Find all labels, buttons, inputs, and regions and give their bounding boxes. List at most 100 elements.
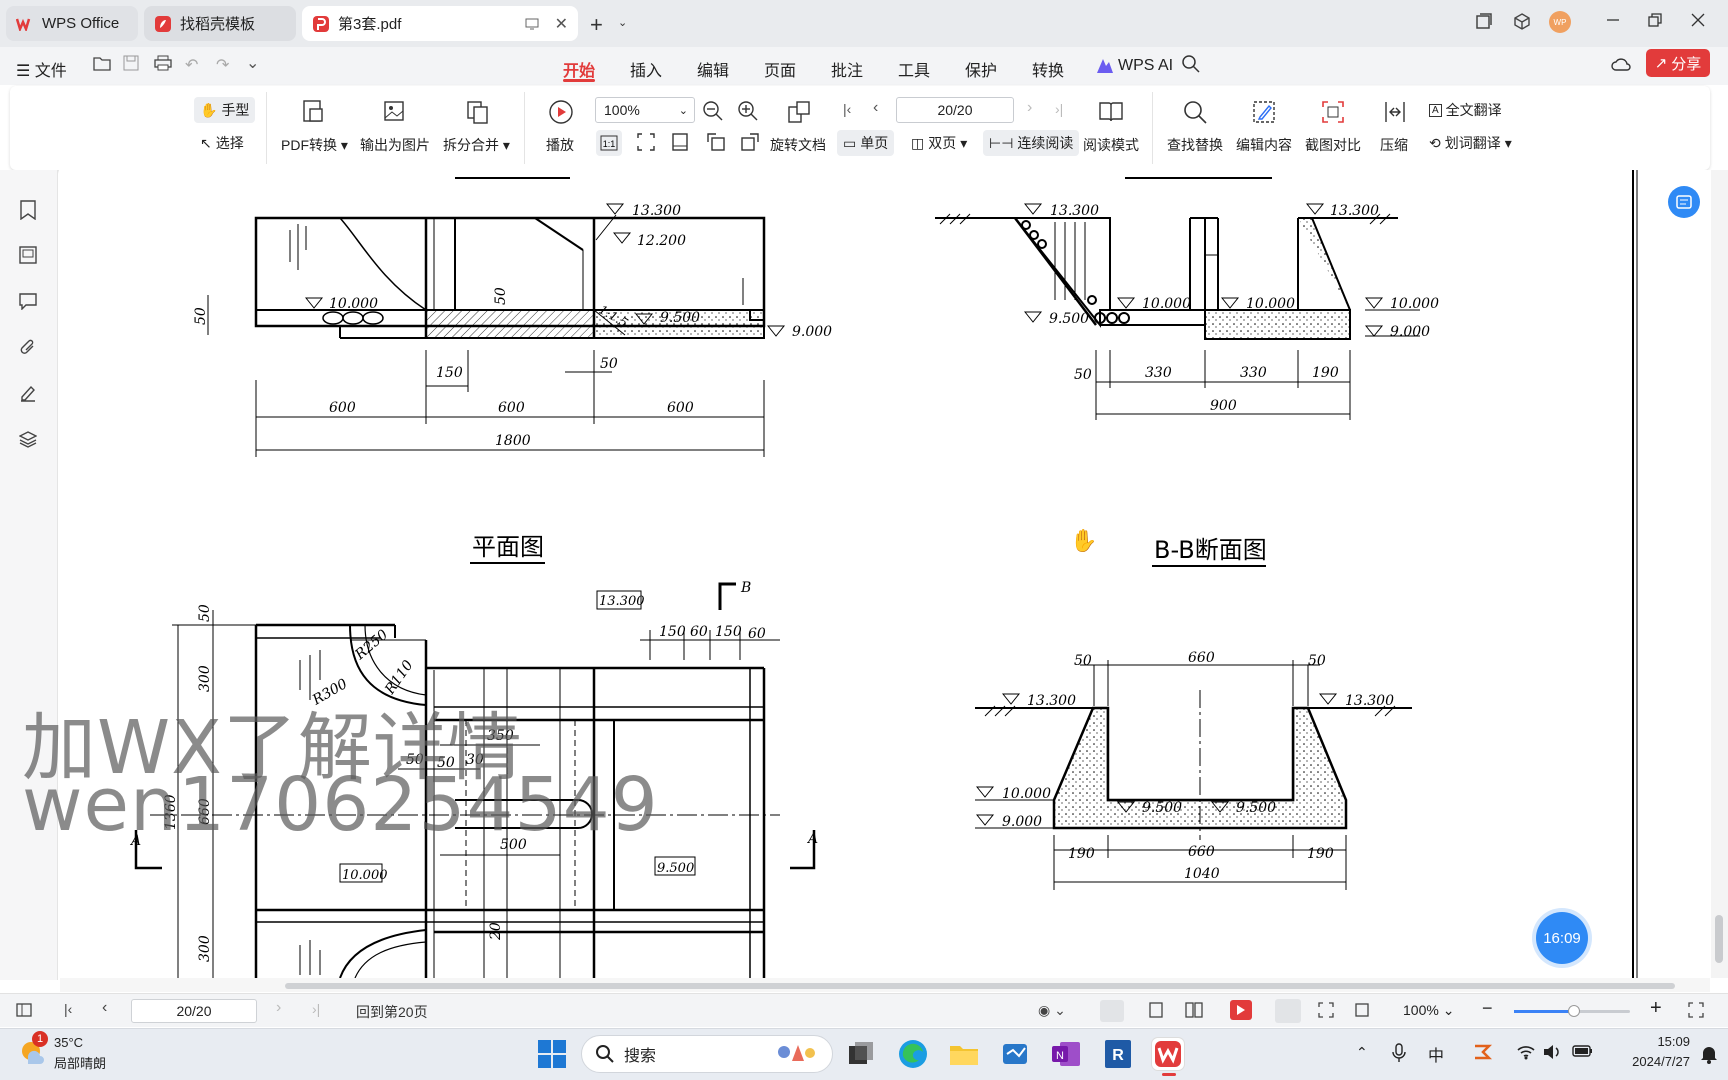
double-view-icon[interactable] bbox=[1185, 1002, 1203, 1023]
page-number-input[interactable]: 20/20 bbox=[896, 97, 1014, 123]
continuous-read-button[interactable]: ⊢⊣ 连续阅读 bbox=[983, 130, 1080, 156]
sidebar-toggle-icon[interactable] bbox=[16, 1003, 32, 1022]
rotate-right-icon[interactable] bbox=[740, 132, 766, 158]
tab-wps-office[interactable]: WPS Office bbox=[6, 6, 138, 41]
edit-content-button[interactable]: 编辑内容 bbox=[1236, 135, 1292, 155]
clock-time[interactable]: 15:09 bbox=[1610, 1034, 1690, 1049]
actual-size-icon[interactable] bbox=[1354, 1002, 1370, 1023]
tab-document[interactable]: 第3套.pdf ✕ bbox=[302, 6, 578, 41]
next-page-icon[interactable]: › bbox=[276, 999, 281, 1017]
rotate-document-button[interactable]: 旋转文档 bbox=[770, 135, 826, 155]
zoom-out-icon[interactable] bbox=[702, 100, 728, 126]
onenote-icon[interactable]: N bbox=[1050, 1038, 1082, 1070]
fit-page-icon[interactable] bbox=[636, 132, 662, 158]
minimize-icon[interactable] bbox=[1605, 12, 1621, 28]
restore-icon[interactable] bbox=[1647, 12, 1663, 28]
more-chevron-icon[interactable]: ⌄ bbox=[246, 53, 259, 73]
wps-taskbar-icon[interactable] bbox=[1152, 1038, 1184, 1070]
menu-start[interactable]: 开始 bbox=[563, 57, 595, 81]
zoom-out-icon[interactable]: − bbox=[1482, 998, 1493, 1019]
scrollbar-thumb[interactable] bbox=[1715, 915, 1723, 963]
play-button[interactable]: 播放 bbox=[546, 135, 574, 155]
floating-clock-bubble[interactable]: 16:09 bbox=[1536, 912, 1588, 964]
single-view-icon[interactable] bbox=[1148, 1002, 1164, 1023]
menu-insert[interactable]: 插入 bbox=[630, 57, 662, 81]
status-page-input[interactable]: 20/20 bbox=[131, 999, 257, 1023]
attachment-icon[interactable] bbox=[19, 338, 37, 361]
menu-page[interactable]: 页面 bbox=[764, 57, 796, 81]
close-window-icon[interactable] bbox=[1690, 12, 1706, 28]
zoom-slider-handle[interactable] bbox=[1568, 1005, 1580, 1017]
battery-icon[interactable] bbox=[1572, 1044, 1594, 1063]
first-page-icon[interactable]: |‹ bbox=[843, 101, 851, 117]
undo-icon[interactable]: ↶ bbox=[185, 55, 198, 75]
screenshot-compare-button[interactable]: 截图对比 bbox=[1305, 135, 1361, 155]
full-translate-button[interactable]: A 全文翻译 bbox=[1423, 97, 1508, 123]
app-icon[interactable] bbox=[999, 1038, 1031, 1070]
signature-icon[interactable] bbox=[19, 384, 37, 407]
pdf-convert-button[interactable]: PDF转换 ▾ bbox=[281, 135, 348, 155]
clock-date[interactable]: 2024/7/27 bbox=[1600, 1054, 1690, 1069]
search-icon[interactable] bbox=[1182, 55, 1200, 78]
menu-convert[interactable]: 转换 bbox=[1032, 57, 1064, 81]
layers-icon[interactable] bbox=[18, 430, 38, 453]
fit-page-icon[interactable] bbox=[1318, 1002, 1334, 1023]
window-layout-icon[interactable] bbox=[1475, 12, 1493, 30]
cloud-icon[interactable] bbox=[1611, 55, 1631, 78]
ime-indicator[interactable]: 中 bbox=[1428, 1042, 1444, 1066]
find-replace-button[interactable]: 查找替换 bbox=[1167, 135, 1223, 155]
vertical-scrollbar[interactable] bbox=[1711, 170, 1728, 978]
single-page-button[interactable]: ▭ 单页 bbox=[837, 130, 895, 156]
menu-annotate[interactable]: 批注 bbox=[831, 57, 863, 81]
horizontal-scrollbar-thumb[interactable] bbox=[285, 983, 1675, 989]
tab-list-chevron-icon[interactable]: ⌄ bbox=[618, 16, 627, 29]
menu-tools[interactable]: 工具 bbox=[898, 57, 930, 81]
fit-width-icon[interactable] bbox=[670, 132, 696, 158]
zoom-select[interactable]: 100% ⌄ bbox=[595, 97, 695, 123]
ai-assistant-icon[interactable] bbox=[1668, 186, 1700, 218]
volume-icon[interactable] bbox=[1542, 1043, 1562, 1066]
menu-file[interactable]: ☰ 文件 bbox=[16, 57, 67, 81]
menu-protect[interactable]: 保护 bbox=[965, 57, 997, 81]
eye-protection-icon[interactable]: ◉ ⌄ bbox=[1038, 1002, 1066, 1019]
save-icon[interactable] bbox=[123, 55, 139, 76]
first-page-icon[interactable]: |‹ bbox=[64, 1001, 72, 1017]
edge-icon[interactable] bbox=[897, 1038, 929, 1070]
wifi-icon[interactable] bbox=[1516, 1044, 1536, 1065]
next-page-icon[interactable]: › bbox=[1027, 99, 1032, 117]
word-translate-button[interactable]: ⟲ 划词翻译 ▾ bbox=[1423, 130, 1518, 156]
taskbar-search[interactable]: 搜索 bbox=[581, 1035, 833, 1073]
double-page-button[interactable]: ◫ 双页 ▾ bbox=[905, 130, 973, 156]
zoom-in-icon[interactable]: + bbox=[1650, 997, 1662, 1020]
screen-icon[interactable] bbox=[525, 18, 539, 30]
last-page-icon[interactable]: ›| bbox=[1055, 101, 1063, 117]
comment-icon[interactable] bbox=[19, 292, 37, 315]
print-icon[interactable] bbox=[154, 55, 172, 76]
avatar[interactable]: WP bbox=[1548, 10, 1572, 34]
open-folder-icon[interactable] bbox=[93, 55, 111, 76]
export-image-button[interactable]: 输出为图片 bbox=[360, 135, 430, 155]
start-windows-icon[interactable] bbox=[538, 1040, 566, 1073]
task-view-icon[interactable] bbox=[845, 1038, 877, 1070]
new-tab-button[interactable]: + bbox=[590, 12, 603, 38]
document-viewport[interactable]: 13.300 12.200 10.000 9.500 9.000 150 50 … bbox=[59, 170, 1711, 978]
rotate-left-icon[interactable] bbox=[706, 132, 732, 158]
continuous-view-icon[interactable] bbox=[1100, 1000, 1124, 1022]
split-merge-button[interactable]: 拆分合并 ▾ bbox=[443, 135, 510, 155]
hand-tool-button[interactable]: ✋ 手型 bbox=[194, 97, 256, 123]
menu-wps-ai[interactable]: WPS AI bbox=[1096, 57, 1173, 75]
compress-button[interactable]: 压缩 bbox=[1380, 135, 1408, 155]
actual-size-icon[interactable]: 1:1 bbox=[596, 130, 622, 156]
tab-template[interactable]: 找稻壳模板 bbox=[144, 6, 296, 41]
close-tab-icon[interactable]: ✕ bbox=[555, 14, 568, 34]
fullscreen-icon[interactable] bbox=[1688, 1002, 1704, 1023]
share-button[interactable]: ↗ 分享 bbox=[1646, 49, 1710, 77]
reading-mode-button[interactable]: 阅读模式 bbox=[1083, 135, 1139, 155]
tray-chevron-icon[interactable]: ⌃ bbox=[1356, 1044, 1368, 1061]
wps-tray-icon[interactable] bbox=[1472, 1042, 1493, 1067]
last-page-icon[interactable]: ›| bbox=[312, 1001, 320, 1017]
zoom-in-icon[interactable] bbox=[737, 100, 763, 126]
cube-icon[interactable] bbox=[1513, 12, 1531, 30]
thumbnail-icon[interactable] bbox=[19, 246, 37, 269]
revit-icon[interactable]: R bbox=[1102, 1038, 1134, 1070]
